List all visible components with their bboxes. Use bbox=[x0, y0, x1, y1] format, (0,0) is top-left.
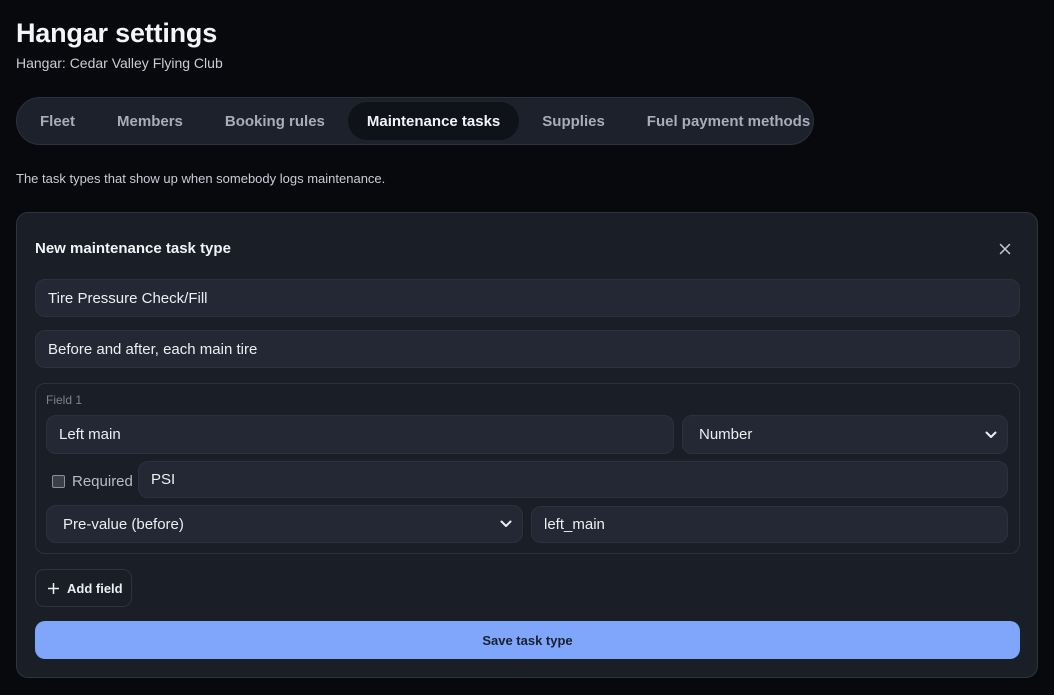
close-icon[interactable] bbox=[993, 237, 1017, 261]
required-toggle[interactable]: Required bbox=[52, 470, 133, 492]
plus-icon bbox=[48, 582, 59, 594]
field-label-input[interactable]: Left main bbox=[46, 415, 674, 454]
page-title: Hangar settings bbox=[16, 18, 218, 48]
field-timing-value: Pre-value (before) bbox=[63, 515, 184, 533]
tab-fleet[interactable]: Fleet bbox=[21, 102, 94, 140]
field-label-value: Left main bbox=[59, 426, 121, 443]
task-name-value: Tire Pressure Check/Fill bbox=[48, 289, 208, 307]
tab-fuel-payment-methods[interactable]: Fuel payment methods bbox=[628, 102, 829, 140]
task-description-input[interactable]: Before and after, each main tire bbox=[35, 330, 1020, 368]
chevron-down-icon bbox=[500, 520, 512, 527]
field-key-input[interactable]: left_main bbox=[531, 506, 1008, 543]
field-key-value: left_main bbox=[544, 516, 605, 533]
field-timing-select[interactable]: Pre-value (before) bbox=[46, 505, 523, 543]
tab-supplies[interactable]: Supplies bbox=[523, 102, 624, 140]
tab-booking-rules[interactable]: Booking rules bbox=[206, 102, 344, 140]
settings-tabs: Fleet Members Booking rules Maintenance … bbox=[16, 97, 814, 145]
tab-description: The task types that show up when somebod… bbox=[16, 171, 386, 186]
required-checkbox[interactable] bbox=[52, 474, 65, 488]
task-description-value: Before and after, each main tire bbox=[48, 340, 258, 358]
task-name-input[interactable]: Tire Pressure Check/Fill bbox=[35, 279, 1020, 317]
required-label: Required bbox=[72, 472, 133, 490]
field-type-select[interactable]: Number bbox=[682, 415, 1008, 454]
tab-members[interactable]: Members bbox=[98, 102, 202, 140]
field-group-1: Field 1 Left main Number Required PSI Pr… bbox=[35, 383, 1020, 554]
hangar-settings-page: Hangar settings Hangar: Cedar Valley Fly… bbox=[0, 0, 1054, 695]
tab-maintenance-tasks[interactable]: Maintenance tasks bbox=[347, 102, 520, 140]
chevron-down-icon bbox=[985, 431, 997, 438]
field-unit-input[interactable]: PSI bbox=[138, 461, 1008, 498]
card-title: New maintenance task type bbox=[35, 240, 231, 257]
page-subtitle: Hangar: Cedar Valley Flying Club bbox=[16, 55, 223, 71]
field-unit-value: PSI bbox=[151, 471, 176, 488]
new-task-type-card: New maintenance task type Tire Pressure … bbox=[16, 212, 1038, 678]
field-type-value: Number bbox=[699, 426, 753, 443]
field-group-label: Field 1 bbox=[46, 393, 83, 407]
add-field-button[interactable]: Add field bbox=[35, 569, 132, 607]
save-task-type-button[interactable]: Save task type bbox=[35, 621, 1020, 659]
save-task-type-label: Save task type bbox=[482, 632, 573, 648]
add-field-label: Add field bbox=[67, 580, 123, 596]
